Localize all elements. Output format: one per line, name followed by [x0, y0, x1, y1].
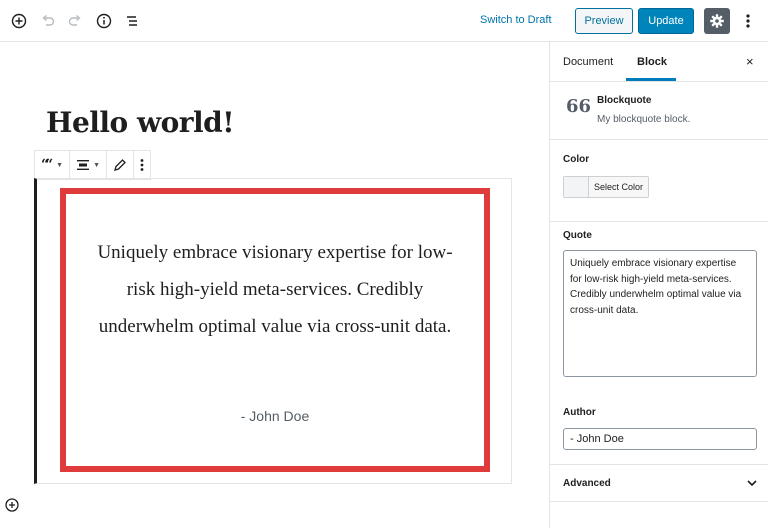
- block-card-title: Blockquote: [597, 95, 652, 106]
- select-color-label: Select Color: [593, 182, 644, 192]
- gear-icon: [710, 14, 724, 28]
- post-title[interactable]: Hello world!: [46, 106, 235, 139]
- more-vertical-icon: [140, 159, 144, 171]
- block-toolbar: “ “ ▼ ▼: [34, 150, 151, 180]
- advanced-label: Advanced: [563, 478, 611, 489]
- switch-to-draft-button[interactable]: Switch to Draft: [480, 14, 552, 26]
- settings-button[interactable]: [704, 8, 730, 34]
- quote-icon: “: [45, 157, 54, 173]
- info-icon[interactable]: [94, 11, 114, 31]
- align-control[interactable]: ▼: [70, 151, 107, 179]
- tab-document[interactable]: Document: [563, 56, 613, 68]
- color-label: Color: [563, 154, 590, 165]
- add-block-bottom-icon[interactable]: [4, 497, 20, 513]
- undo-icon[interactable]: [38, 11, 58, 31]
- advanced-panel-toggle[interactable]: Advanced: [550, 464, 768, 502]
- author-label: Author: [563, 407, 596, 418]
- block-card-description: My blockquote block.: [597, 114, 691, 125]
- list-view-icon[interactable]: [122, 11, 142, 31]
- align-icon: [77, 160, 90, 170]
- color-swatch: [564, 177, 589, 197]
- caret-down-icon: ▼: [56, 161, 64, 169]
- author-input[interactable]: [563, 428, 757, 450]
- active-tab-indicator: [626, 78, 676, 81]
- color-panel: Color Select Color: [550, 140, 768, 222]
- more-options-icon[interactable]: [740, 11, 756, 31]
- tab-block[interactable]: Block: [637, 56, 667, 68]
- block-card: 66 Blockquote My blockquote block.: [550, 82, 768, 140]
- close-icon[interactable]: ×: [746, 54, 754, 69]
- update-button[interactable]: Update: [638, 8, 694, 34]
- block-more-options[interactable]: [134, 151, 150, 179]
- quote-citation[interactable]: - John Doe: [66, 408, 484, 424]
- editor-canvas: Hello world! “ “ ▼ ▼ Uniquely embrace vi…: [0, 42, 549, 528]
- preview-button[interactable]: Preview: [575, 8, 633, 34]
- chevron-down-icon: [747, 480, 757, 487]
- select-color-button[interactable]: Select Color: [563, 176, 649, 198]
- blockquote-icon: 66: [566, 96, 592, 117]
- editor-header: Switch to Draft Preview Update: [0, 0, 768, 42]
- quote-textarea[interactable]: Uniquely embrace visionary expertise for…: [563, 250, 757, 377]
- edit-button[interactable]: [107, 151, 134, 179]
- redo-icon[interactable]: [65, 11, 85, 31]
- quote-label: Quote: [563, 230, 592, 241]
- pencil-icon: [114, 159, 126, 171]
- block-type-switcher[interactable]: “ “ ▼: [35, 151, 71, 179]
- quote-text[interactable]: Uniquely embrace visionary expertise for…: [94, 234, 456, 345]
- sidebar-tabs: Document Block ×: [550, 42, 768, 82]
- caret-down-icon: ▼: [93, 161, 100, 169]
- blockquote-content[interactable]: Uniquely embrace visionary expertise for…: [60, 188, 490, 472]
- add-block-icon[interactable]: [9, 11, 29, 31]
- settings-sidebar: Document Block × 66 Blockquote My blockq…: [549, 42, 768, 528]
